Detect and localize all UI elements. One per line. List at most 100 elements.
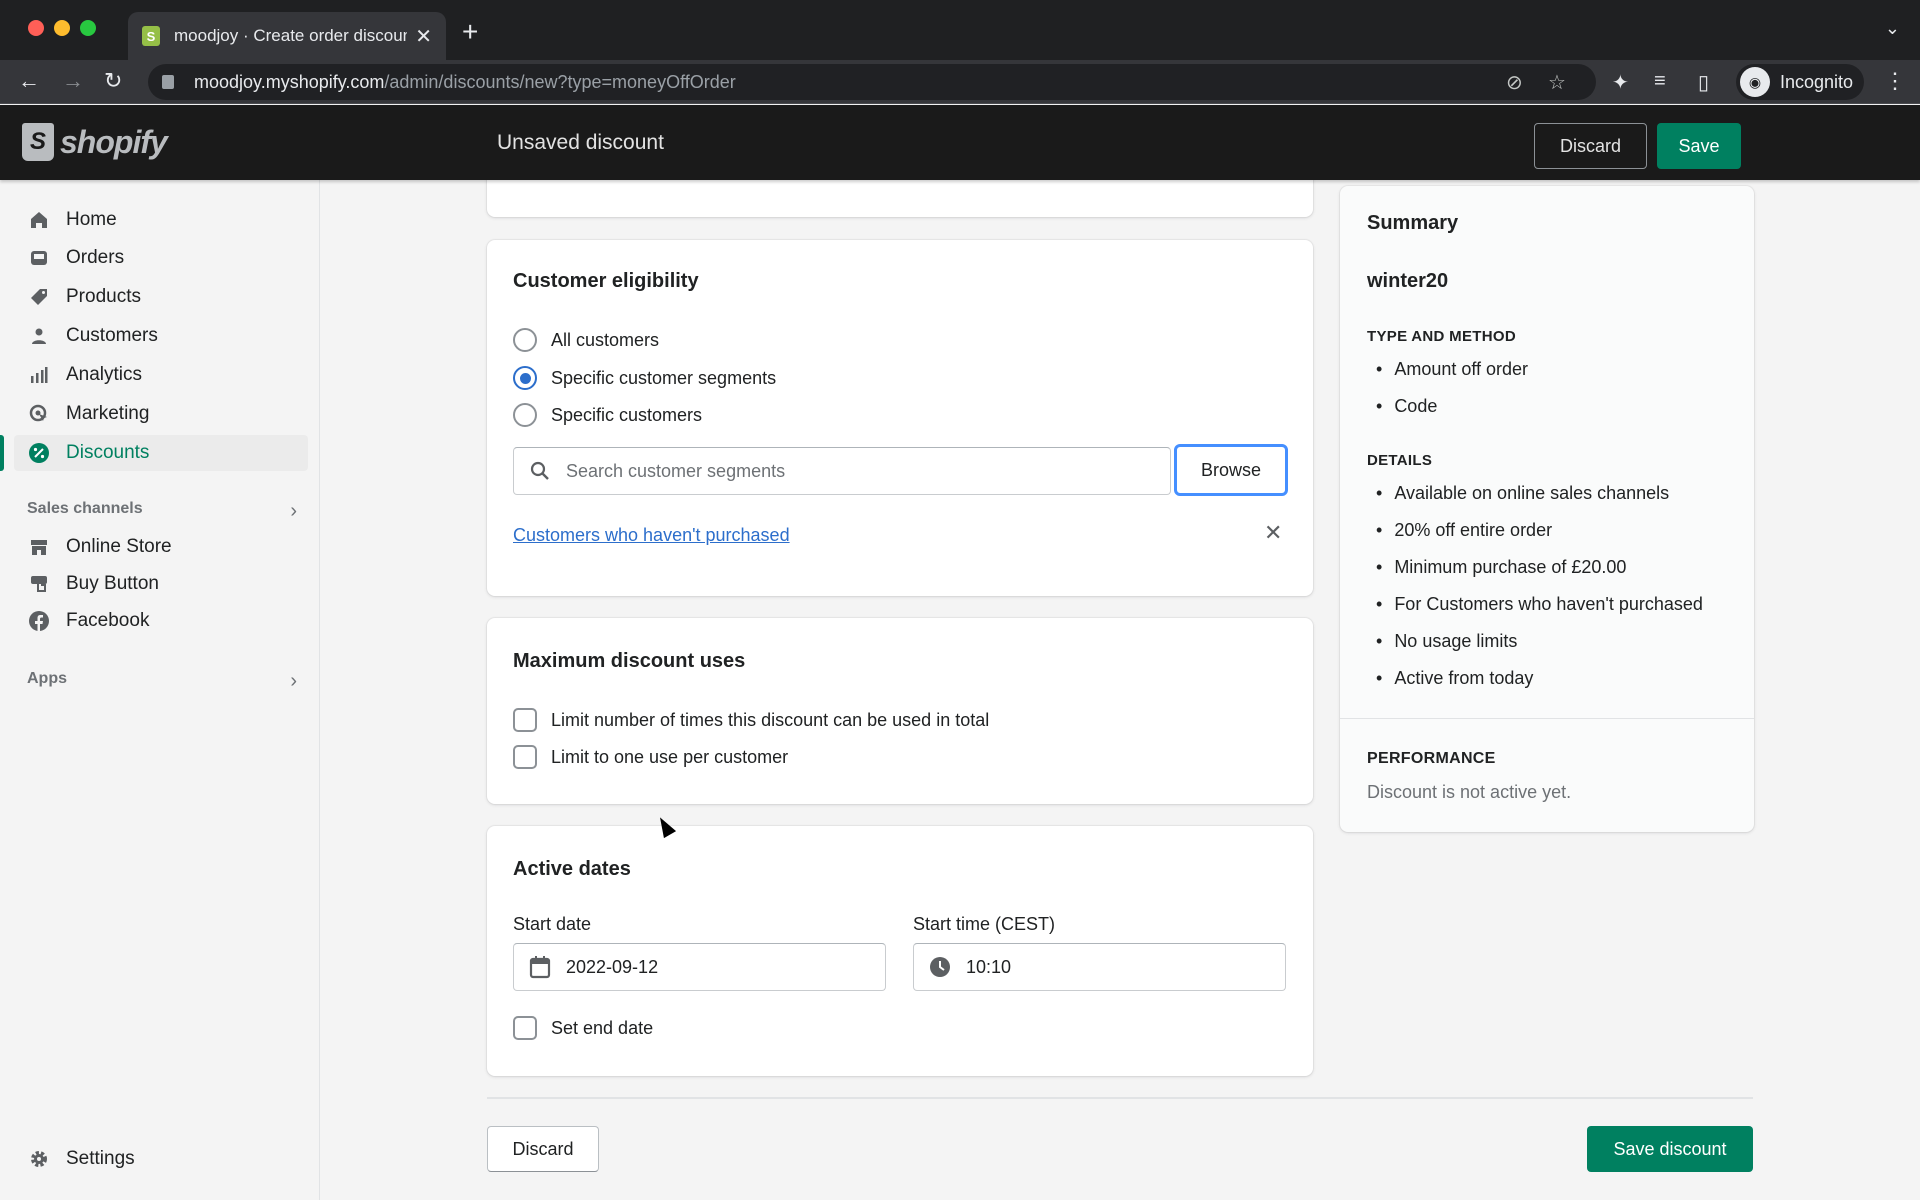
sidebar-item-label: Analytics [66,364,143,385]
list-item: Active from today [1367,660,1703,697]
reload-icon[interactable]: ↻ [104,68,122,94]
radio-specific-customers[interactable]: Specific customers [513,403,702,427]
side-panel-icon[interactable]: ▯ [1698,70,1709,95]
start-date-input[interactable]: 2022-09-12 [513,943,886,991]
sidebar-item-facebook[interactable]: Facebook [14,603,308,639]
sidebar-item-home[interactable]: Home [14,202,308,238]
segment-search-input[interactable]: Search customer segments [513,447,1171,495]
star-icon[interactable]: ☆ [1548,70,1566,95]
close-tab-icon[interactable]: ✕ [415,24,432,49]
sidebar-item-label: Online Store [66,536,172,557]
chevron-right-icon[interactable]: › [290,670,297,693]
new-tab-button[interactable]: + [462,16,478,48]
radio-button[interactable] [513,403,537,427]
summary-card: Summary winter20 TYPE AND METHOD Amount … [1340,186,1754,832]
list-item: Minimum purchase of £20.00 [1367,549,1703,586]
start-time-input[interactable]: 10:10 [913,943,1286,991]
maximize-window-button[interactable] [80,20,96,36]
list-item: Code [1367,388,1528,425]
store-icon [28,536,50,558]
browse-label: Browse [1200,459,1262,480]
section-title: Customer eligibility [513,270,699,292]
browser-tab[interactable]: S moodjoy · Create order discount ✕ [128,12,446,60]
option-label: Specific customers [551,404,703,425]
back-icon[interactable]: ← [18,68,40,94]
close-window-button[interactable] [28,20,44,36]
shopify-favicon-icon: S [142,26,160,46]
minimize-window-button[interactable] [54,20,70,36]
start-time-value: 10:10 [966,956,1012,977]
option-label: Set end date [551,1017,654,1038]
forward-icon[interactable]: → [62,68,84,94]
sidebar-item-customers[interactable]: Customers [14,318,308,354]
sidebar-item-label: Discounts [66,442,150,463]
section-title: Maximum discount uses [513,650,746,672]
checkbox[interactable] [513,708,537,732]
sidebar-item-label: Facebook [66,610,150,631]
active-dates-card: Active dates Start date 2022-09-12 Start… [487,826,1313,1076]
footer-discard-button[interactable]: Discard [487,1126,599,1172]
active-indicator [0,435,4,471]
sidebar-item-analytics[interactable]: Analytics [14,357,308,393]
option-label: All customers [551,329,660,350]
sidebar-item-buy-button[interactable]: Buy Button [14,566,308,602]
sidebar: Home Orders Products Customers Analytics… [0,180,320,1200]
search-icon [528,459,552,483]
type-method-list: Amount off order Code [1367,351,1528,425]
admin-top-bar: S shopify Unsaved discount Discard Save [0,105,1920,180]
discount-icon [28,442,50,464]
eye-off-icon[interactable]: ⊘ [1506,70,1523,95]
option-label: Limit to one use per customer [551,746,789,767]
incognito-icon: ◉ [1740,67,1770,97]
sidebar-item-marketing[interactable]: Marketing [14,396,308,432]
remove-segment-icon[interactable]: ✕ [1264,520,1282,546]
sidebar-item-orders[interactable]: Orders [14,240,308,276]
list-item: For Customers who haven't purchased [1367,586,1703,623]
sidebar-item-settings[interactable]: Settings [14,1141,308,1177]
browse-button[interactable]: Browse [1174,444,1288,496]
browser-menu-icon[interactable]: ⋮ [1884,68,1906,94]
shopify-wordmark: shopify [60,123,168,160]
incognito-profile[interactable]: ◉ Incognito [1736,64,1864,100]
summary-title: Summary [1367,212,1459,234]
shopify-bag-icon: S [22,123,54,161]
top-save-button[interactable]: Save [1657,123,1741,169]
reading-list-icon[interactable]: ≡ [1654,70,1666,93]
sidebar-item-products[interactable]: Products [14,279,308,315]
customer-eligibility-card: Customer eligibility All customers Speci… [487,240,1313,596]
lock-icon [162,75,174,89]
orders-icon [28,247,50,269]
list-item: 20% off entire order [1367,512,1703,549]
section-title: Active dates [513,858,631,880]
sidebar-item-label: Orders [66,247,125,268]
sidebar-item-discounts[interactable]: Discounts [14,435,308,471]
radio-button-selected[interactable] [513,366,537,390]
radio-specific-segments[interactable]: Specific customer segments [513,366,776,390]
url-path: /admin/discounts/new?type=moneyOffOrder [384,71,736,92]
tab-search-chevron-icon[interactable]: ⌄ [1885,18,1900,39]
checkbox[interactable] [513,745,537,769]
radio-all-customers[interactable]: All customers [513,328,659,352]
chevron-right-icon[interactable]: › [290,500,297,523]
sales-channels-heading[interactable]: Sales channels › [27,500,297,523]
checkbox-limit-total[interactable]: Limit number of times this discount can … [513,708,989,732]
page-title: Unsaved discount [497,131,664,154]
top-discard-button[interactable]: Discard [1534,123,1647,169]
apps-heading[interactable]: Apps › [27,670,297,693]
checkbox[interactable] [513,1016,537,1040]
save-discount-button[interactable]: Save discount [1587,1126,1753,1172]
sidebar-item-online-store[interactable]: Online Store [14,529,308,565]
details-heading: DETAILS [1367,452,1433,469]
gear-icon [28,1148,50,1170]
list-item: No usage limits [1367,623,1703,660]
selected-segment-link[interactable]: Customers who haven't purchased [513,525,790,546]
facebook-icon [28,610,50,632]
shopify-logo[interactable]: S shopify [22,123,168,161]
checkbox-set-end-date[interactable]: Set end date [513,1016,653,1040]
radio-button[interactable] [513,328,537,352]
checkbox-limit-per-customer[interactable]: Limit to one use per customer [513,745,788,769]
address-bar[interactable]: moodjoy.myshopify.com/admin/discounts/ne… [148,64,1596,100]
extensions-icon[interactable]: ✦ [1612,70,1629,95]
buy-button-icon [28,573,50,595]
search-placeholder: Search customer segments [566,460,786,481]
